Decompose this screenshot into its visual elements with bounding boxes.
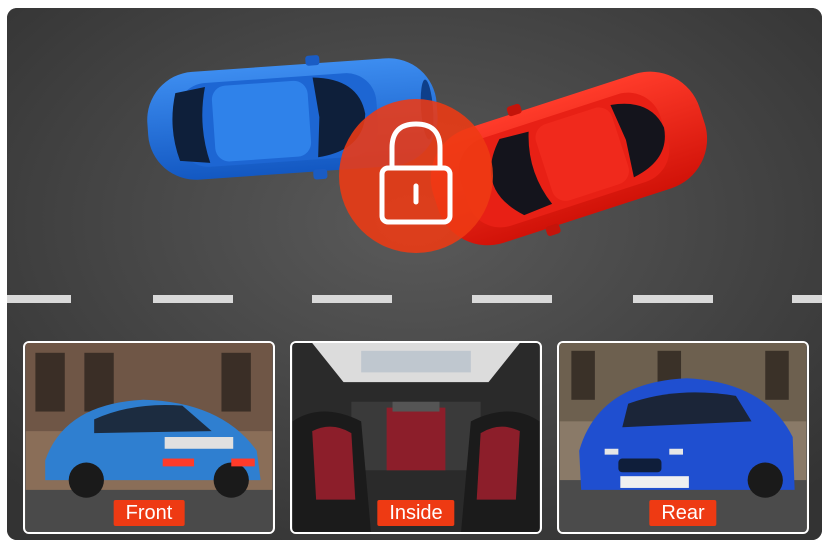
inside-camera-view[interactable]: Inside: [290, 341, 542, 534]
camera-label-front: Front: [113, 500, 185, 526]
camera-label-inside: Inside: [377, 500, 455, 526]
lock-badge: [339, 99, 493, 253]
rear-camera-view[interactable]: Rear: [557, 341, 809, 534]
camera-label-rear: Rear: [649, 500, 717, 526]
collision-scene: Front Inside Rear: [7, 8, 822, 540]
front-camera-view[interactable]: Front: [23, 341, 275, 534]
